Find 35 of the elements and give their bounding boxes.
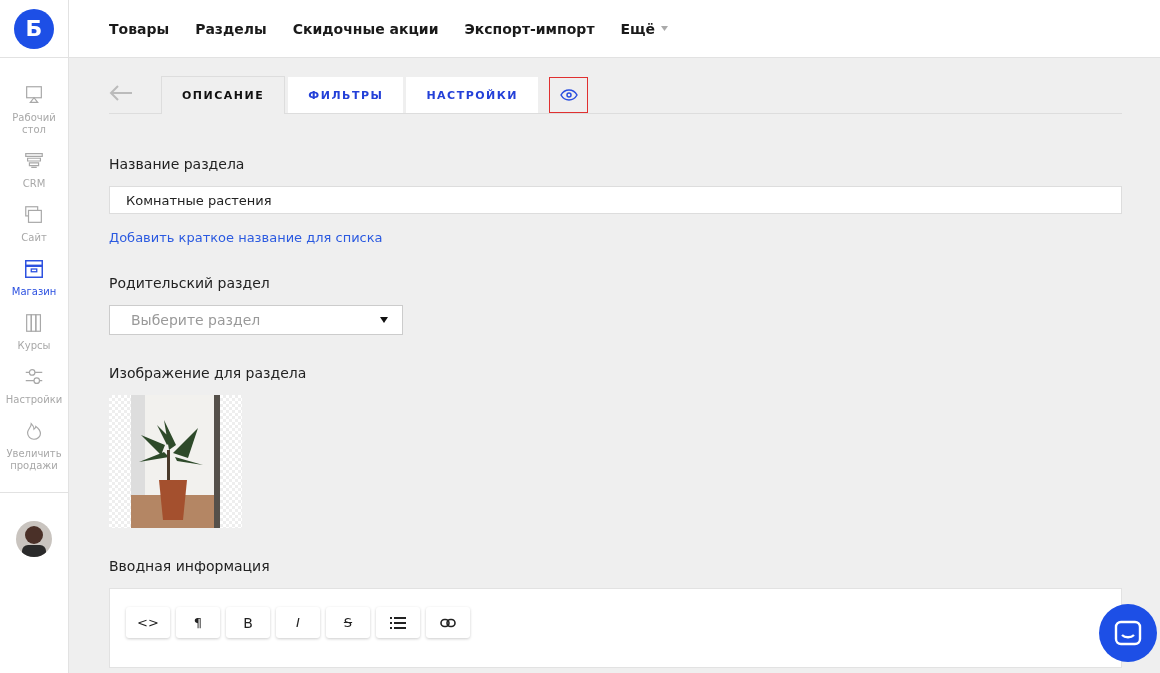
tab[interactable]: ОПИСАНИЕ (161, 76, 286, 114)
list-button[interactable] (376, 607, 420, 638)
list-icon (390, 616, 406, 629)
caret-icon (661, 26, 669, 31)
nav-link[interactable]: Скидочные акции (292, 20, 439, 37)
monitor-icon (23, 84, 45, 106)
chat-icon (1114, 620, 1142, 646)
drawer-icon (23, 258, 45, 280)
format-button[interactable]: <> (126, 607, 170, 638)
nav-link[interactable]: Экспорт-импорт (464, 20, 595, 37)
tab[interactable]: НАСТРОЙКИ (406, 77, 538, 113)
nav-link[interactable]: Товары (109, 20, 170, 37)
format-button[interactable]: S (326, 607, 370, 638)
format-button[interactable]: ¶ (176, 607, 220, 638)
windows-icon (23, 204, 45, 226)
preview-button[interactable] (549, 77, 588, 113)
tab[interactable]: ФИЛЬТРЫ (288, 77, 404, 113)
field-label: Вводная информация (109, 558, 270, 574)
link-icon (440, 617, 456, 628)
link-button[interactable] (426, 607, 470, 638)
eye-icon (559, 89, 578, 101)
nav-link[interactable]: Ещё (620, 20, 669, 37)
link[interactable]: Добавить краткое название для списка (109, 230, 383, 245)
format-button[interactable]: I (276, 607, 320, 638)
caret-icon (380, 317, 388, 323)
sidebar-item[interactable]: Магазин (0, 258, 68, 298)
format-button[interactable]: B (226, 607, 270, 638)
field-label: Название раздела (109, 156, 245, 172)
field-label: Родительский раздел (109, 275, 270, 291)
chat-button[interactable] (1099, 604, 1157, 662)
nav-link[interactable]: Разделы (195, 20, 267, 37)
logo[interactable]: Б (14, 8, 54, 49)
avatar[interactable] (16, 521, 52, 557)
input-field[interactable]: Комнатные растения (109, 186, 1122, 214)
field-label: Изображение для раздела (109, 365, 307, 381)
